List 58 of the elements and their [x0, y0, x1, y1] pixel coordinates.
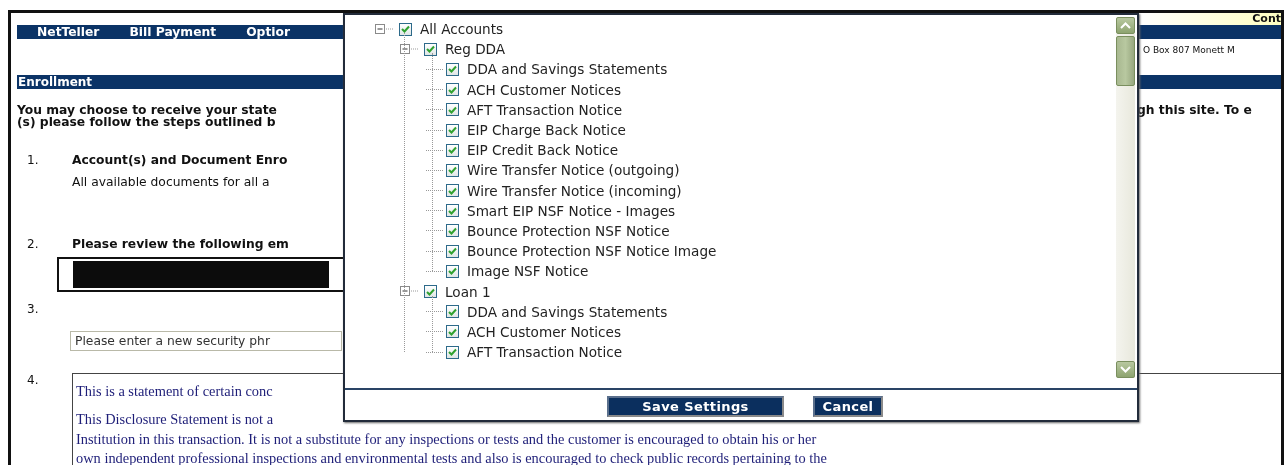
checkbox[interactable]: [446, 103, 459, 117]
checkbox[interactable]: [446, 224, 459, 238]
checkbox[interactable]: [446, 305, 459, 319]
scroll-up-icon[interactable]: [1116, 17, 1135, 34]
nav-link[interactable]: Optior: [246, 25, 291, 39]
scroll-down-icon[interactable]: [1116, 361, 1135, 378]
step-number: 2.: [27, 237, 40, 251]
tree-item-label[interactable]: ACH Customer Notices: [467, 323, 621, 340]
scroll-thumb[interactable]: [1116, 36, 1135, 86]
checkbox[interactable]: [446, 143, 459, 157]
step-number: 1.: [27, 153, 40, 167]
checkbox[interactable]: [424, 42, 437, 56]
scrollbar[interactable]: [1116, 17, 1135, 378]
disclosure-text: This Disclosure Statement is not a: [76, 410, 274, 429]
step-title: Please review the following em: [72, 237, 289, 251]
address-text: O Box 807 Monett M: [1143, 45, 1236, 55]
checkbox[interactable]: [446, 244, 459, 258]
tree-item-label[interactable]: DDA and Savings Statements: [467, 61, 668, 78]
security-phrase-field[interactable]: Please enter a new security phr: [70, 331, 342, 351]
checkbox[interactable]: [446, 345, 459, 359]
tree-item-label[interactable]: Loan 1: [445, 283, 491, 300]
checkbox[interactable]: [446, 62, 459, 76]
tree-item-label[interactable]: DDA and Savings Statements: [467, 303, 668, 320]
intro-text: (s) please follow the steps outlined b: [17, 116, 277, 128]
checkbox[interactable]: [446, 204, 459, 218]
step-number: 4.: [27, 373, 40, 389]
tree-item-label[interactable]: Image NSF Notice: [467, 263, 589, 280]
checkbox[interactable]: [446, 163, 459, 177]
step-number: 3.: [27, 302, 40, 316]
step-title: Account(s) and Document Enro: [72, 153, 288, 167]
nav-link[interactable]: Bill Payment: [129, 25, 217, 39]
tree-item-label[interactable]: AFT Transaction Notice: [467, 344, 623, 361]
tree-item-label[interactable]: EIP Credit Back Notice: [467, 142, 619, 159]
tree-item-label[interactable]: Wire Transfer Notice (outgoing): [467, 162, 680, 179]
cancel-button[interactable]: Cancel: [813, 395, 883, 417]
tree-item-label[interactable]: ACH Customer Notices: [467, 81, 621, 98]
tree-item-label[interactable]: Smart EIP NSF Notice - Images: [467, 202, 676, 219]
step-note: All available documents for all a: [72, 175, 270, 189]
checkbox[interactable]: [399, 22, 412, 36]
checkbox[interactable]: [446, 83, 459, 97]
save-settings-button[interactable]: Save Settings: [607, 395, 784, 417]
checkbox[interactable]: [446, 123, 459, 137]
tree-item-label[interactable]: Reg DDA: [445, 41, 506, 58]
checkbox[interactable]: [446, 325, 459, 339]
tree-item-label[interactable]: Bounce Protection NSF Notice Image: [467, 243, 717, 260]
tree-item-label[interactable]: AFT Transaction Notice: [467, 101, 623, 118]
intro-text: You may choose to receive your state: [17, 104, 277, 116]
tree-item-label[interactable]: All Accounts: [420, 21, 504, 38]
tree-item-label[interactable]: Wire Transfer Notice (incoming): [467, 182, 682, 199]
checkbox[interactable]: [446, 264, 459, 278]
disclosure-text: This is a statement of certain conc: [76, 382, 273, 401]
checkbox[interactable]: [446, 184, 459, 198]
tree-item-label[interactable]: Bounce Protection NSF Notice: [467, 222, 670, 239]
tree-item-label[interactable]: EIP Charge Back Notice: [467, 122, 626, 139]
checkbox[interactable]: [424, 285, 437, 299]
section-title: Enrollment: [17, 75, 93, 89]
nav-link[interactable]: NetTeller: [37, 25, 100, 39]
disclosure-text: Institution in this transaction. It is not a substitute for any inspections or tests and the customer is encouraged to obtain his or her: [76, 429, 817, 449]
